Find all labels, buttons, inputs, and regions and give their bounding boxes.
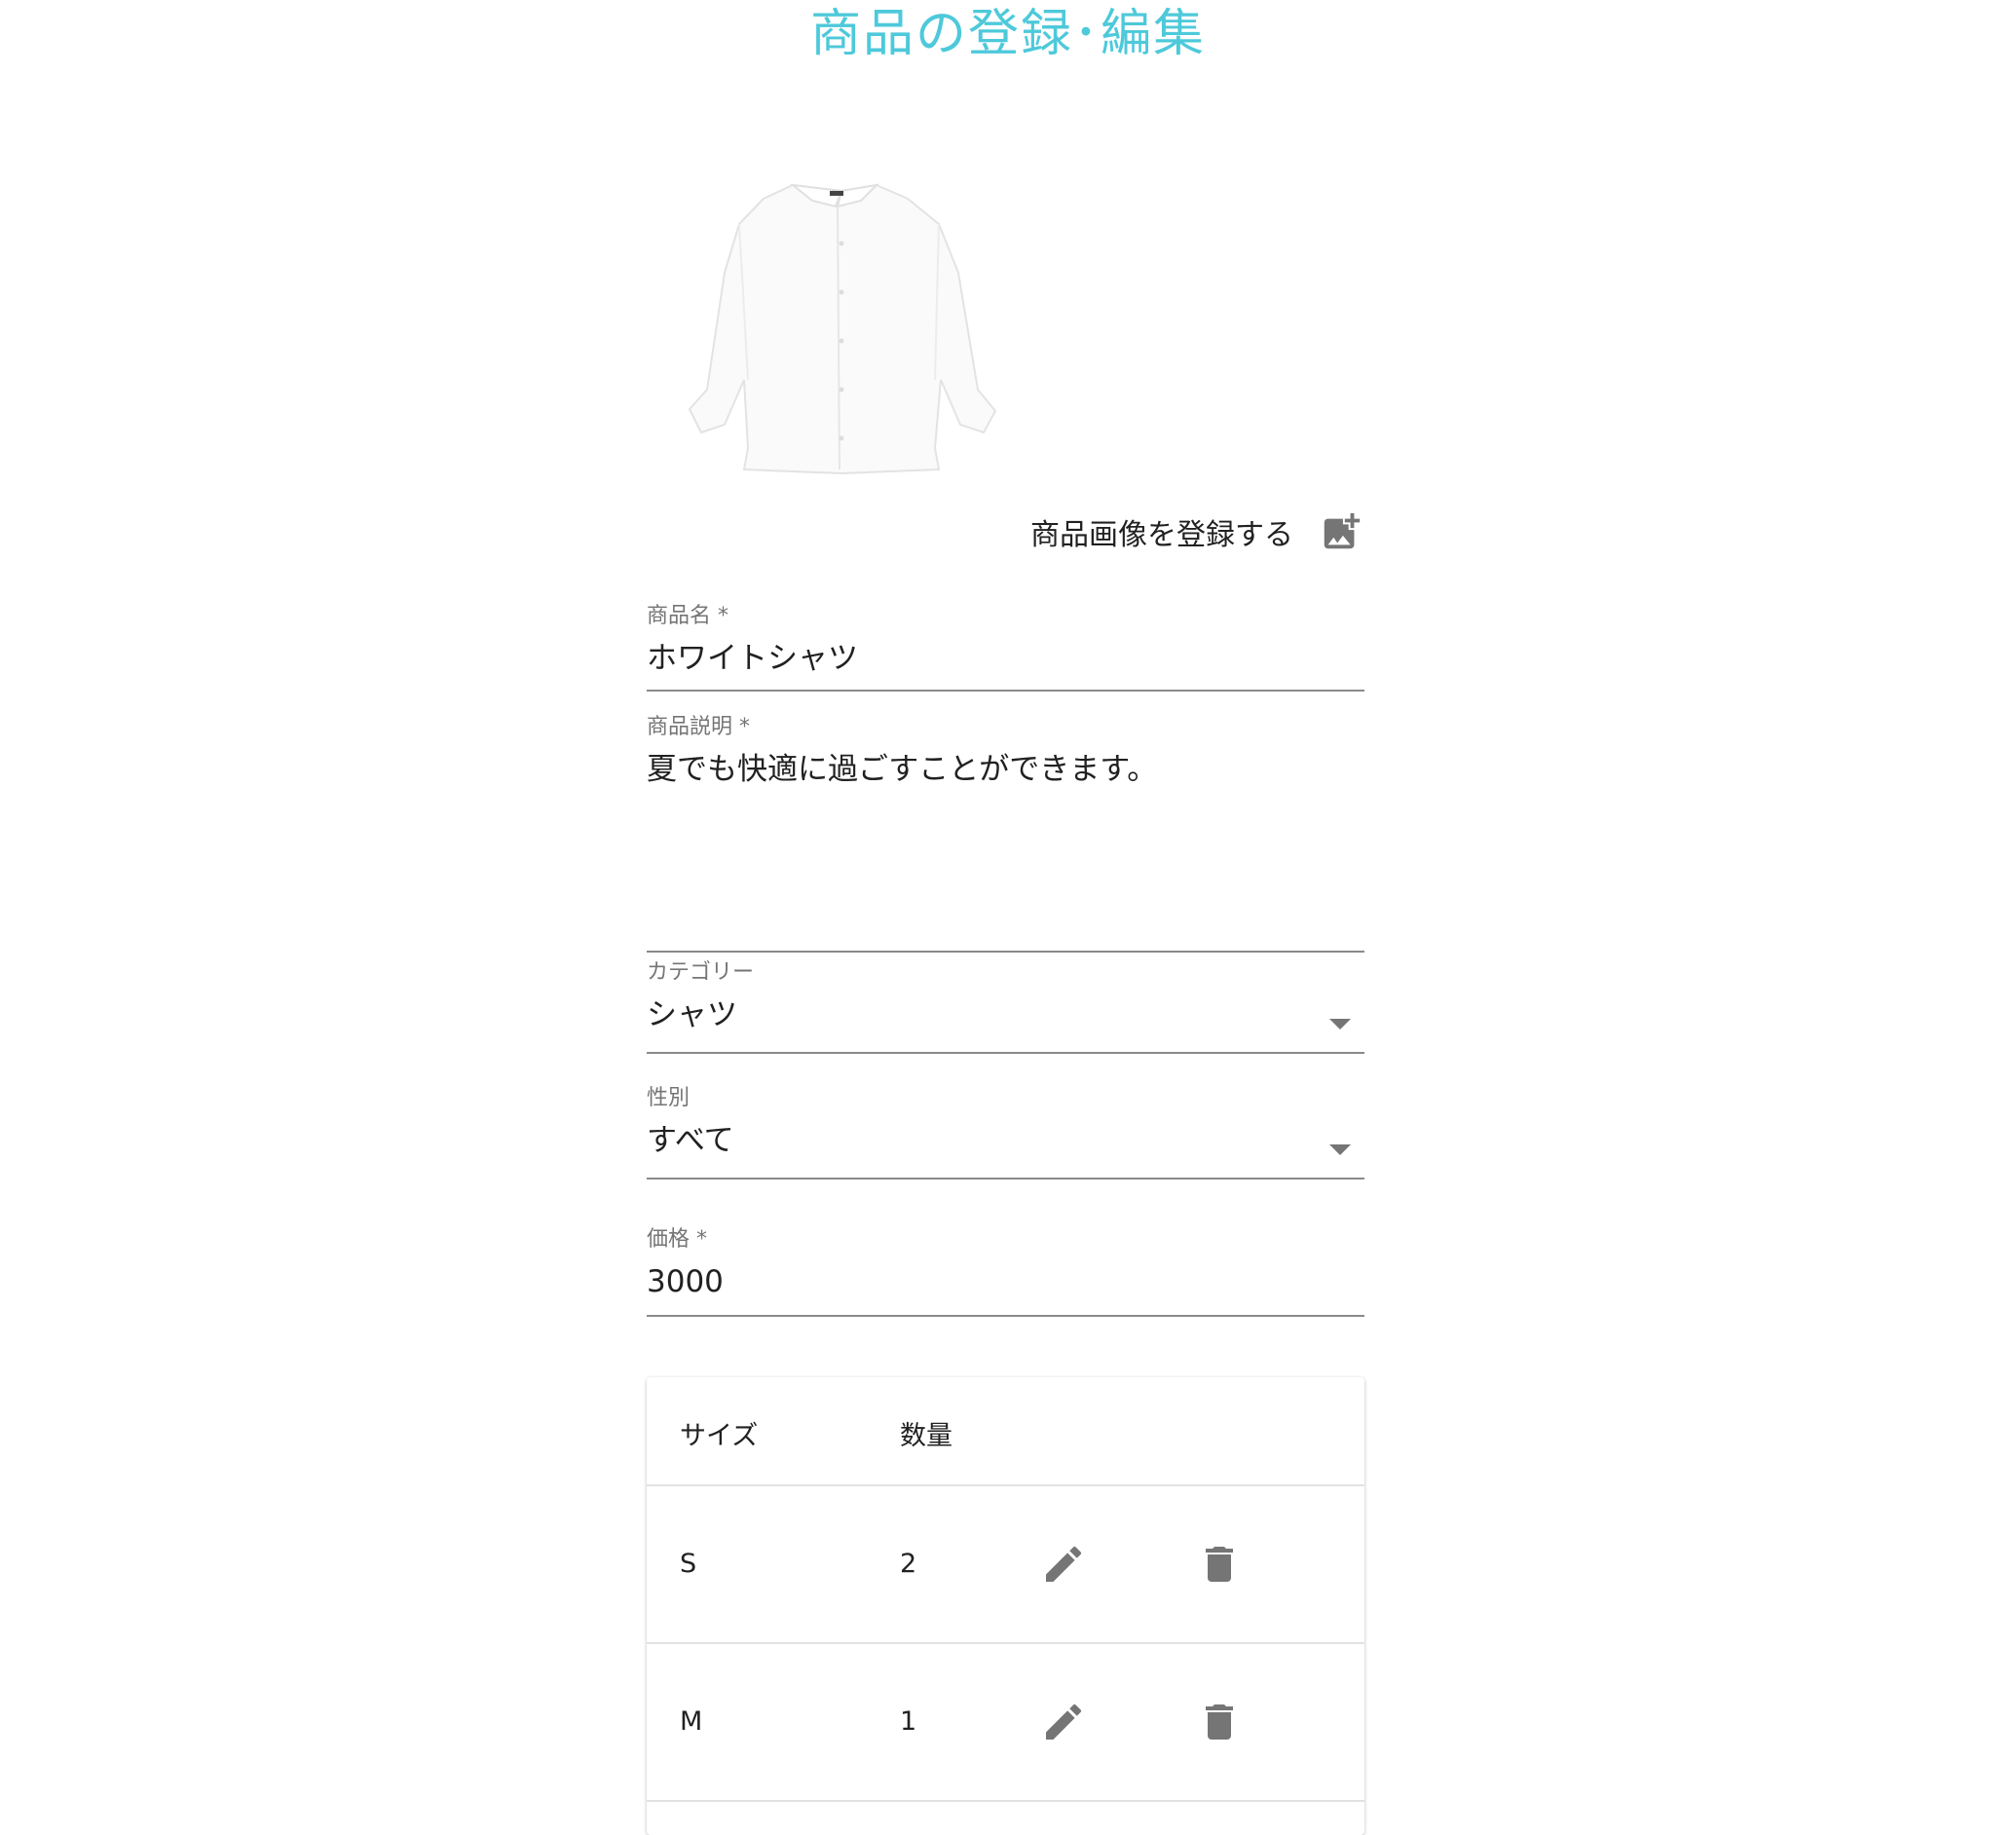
upload-image-label: 商品画像を登録する (1030, 518, 1293, 552)
product-description-textarea[interactable]: 夏でも快適に過ごすことができます。 (647, 748, 1364, 791)
shirt-illustration (688, 183, 997, 475)
gender-underline (647, 1178, 1364, 1180)
quantity-cell: 2 (900, 1549, 917, 1579)
size-cell: M (680, 1706, 703, 1737)
page-title: 商品の登録･編集 (809, 5, 1206, 63)
gender-select[interactable]: 性別 すべて (647, 1084, 1364, 1180)
delete-icon[interactable] (1196, 1699, 1243, 1745)
chevron-down-icon[interactable] (1329, 1019, 1351, 1030)
edit-icon[interactable] (1040, 1699, 1087, 1745)
product-name-underline (647, 690, 1364, 692)
table-row: M 1 (647, 1644, 1364, 1802)
product-name-input[interactable]: ホワイトシャツ (647, 637, 1364, 680)
product-description-label: 商品説明 * (647, 715, 750, 739)
category-value[interactable]: シャツ (647, 993, 1364, 1036)
chevron-down-icon[interactable] (1329, 1144, 1351, 1155)
price-input[interactable]: 3000 (647, 1260, 1364, 1303)
price-label: 価格 * (647, 1227, 707, 1252)
upload-image-action[interactable]: 商品画像を登録する (993, 499, 1363, 565)
delete-icon[interactable] (1196, 1541, 1243, 1588)
price-underline (647, 1315, 1364, 1317)
size-column-header: サイズ (680, 1421, 759, 1451)
product-name-label: 商品名 * (647, 604, 728, 628)
product-description-underline (647, 951, 1364, 953)
gender-value[interactable]: すべて (647, 1119, 1364, 1162)
edit-icon[interactable] (1040, 1541, 1087, 1588)
product-image (647, 156, 1005, 506)
category-label: カテゴリー (647, 960, 755, 985)
gender-label: 性別 (647, 1086, 691, 1110)
product-name-field[interactable]: 商品名 * ホワイトシャツ (647, 602, 1364, 692)
size-quantity-table: サイズ 数量 S 2 M 1 (647, 1377, 1364, 1835)
quantity-cell: 1 (900, 1706, 917, 1737)
price-field[interactable]: 価格 * 3000 (647, 1225, 1364, 1317)
table-header-row: サイズ 数量 (647, 1377, 1364, 1486)
quantity-column-header: 数量 (900, 1421, 952, 1451)
category-select[interactable]: カテゴリー シャツ (647, 958, 1364, 1054)
size-cell: S (680, 1549, 697, 1579)
product-description-field[interactable]: 商品説明 * 夏でも快適に過ごすことができます。 (647, 713, 1364, 953)
add-photo-icon[interactable] (1319, 509, 1363, 554)
table-row: S 2 (647, 1486, 1364, 1644)
category-underline (647, 1052, 1364, 1054)
